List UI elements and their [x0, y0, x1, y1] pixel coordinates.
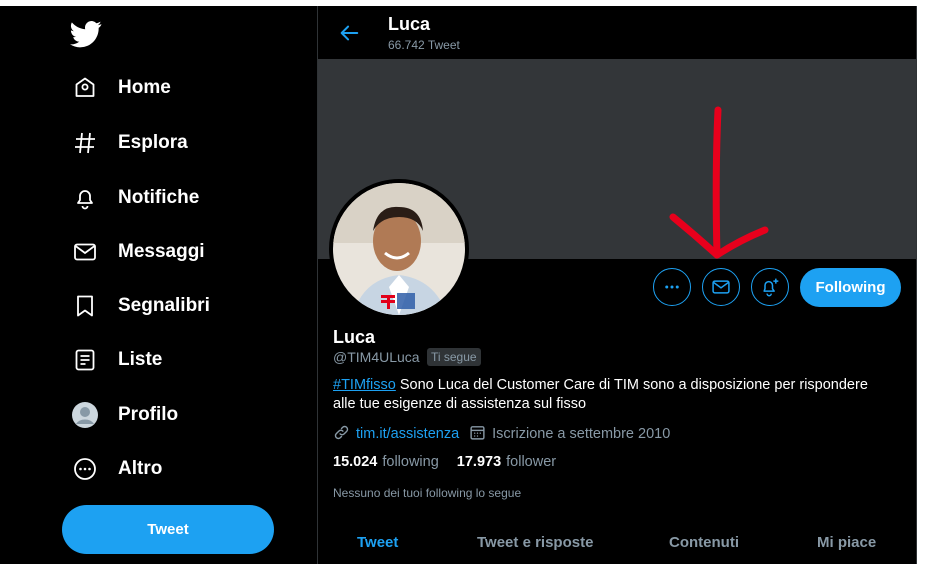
tab-mi-piace[interactable]: Mi piace — [817, 534, 876, 551]
bookmark-icon — [68, 289, 102, 323]
notify-button[interactable] — [751, 268, 789, 306]
follow-counts: 15.024 following 17.973 follower — [333, 454, 574, 470]
twitter-bird-icon[interactable] — [70, 18, 102, 50]
sidebar-item-esplora[interactable]: Esplora — [68, 123, 188, 163]
avatar-icon — [68, 398, 102, 432]
profile-bio: #TIMfisso Sono Luca del Customer Care di… — [333, 376, 903, 414]
following-label: following — [382, 454, 439, 470]
link-icon — [333, 424, 350, 445]
followers-label: follower — [506, 454, 557, 470]
sidebar-item-label: Altro — [118, 458, 163, 479]
profile-meta: tim.it/assistenza Iscrizione a settembre… — [333, 425, 670, 443]
more-icon — [68, 452, 102, 486]
sidebar-item-label: Esplora — [118, 132, 188, 153]
bell-icon — [68, 181, 102, 215]
list-icon — [68, 343, 102, 377]
following-button[interactable]: Following — [800, 268, 901, 307]
bell-plus-icon — [763, 278, 779, 297]
back-arrow-icon[interactable] — [338, 22, 360, 44]
home-icon — [68, 71, 102, 105]
sidebar-item-messaggi[interactable]: Messaggi — [68, 232, 205, 272]
profile-website-link[interactable]: tim.it/assistenza — [356, 426, 459, 442]
profile-avatar[interactable] — [329, 179, 469, 319]
screen-right-strip — [917, 0, 941, 564]
bio-hashtag-link[interactable]: #TIMfisso — [333, 377, 396, 393]
following-count: 15.024 — [333, 454, 378, 470]
sidebar-item-home[interactable]: Home — [68, 68, 171, 108]
mutual-followers-note: Nessuno dei tuoi following lo segue — [333, 486, 522, 500]
more-options-button[interactable] — [653, 268, 691, 306]
profile-name: Luca — [333, 327, 376, 347]
calendar-icon — [469, 424, 486, 445]
sidebar-item-label: Notifiche — [118, 187, 200, 208]
profile-tabs: Tweet Tweet e risposte Contenuti Mi piac… — [318, 530, 916, 560]
sidebar-item-liste[interactable]: Liste — [68, 340, 162, 380]
message-button[interactable] — [702, 268, 740, 306]
mail-icon — [68, 235, 102, 269]
more-dots-icon — [665, 285, 679, 289]
joined-date: Iscrizione a settembre 2010 — [492, 426, 671, 442]
followers-count-link[interactable]: 17.973 follower — [457, 454, 556, 470]
tab-contenuti[interactable]: Contenuti — [669, 534, 739, 551]
sidebar-item-notifiche[interactable]: Notifiche — [68, 178, 199, 218]
hashtag-icon — [68, 126, 102, 160]
sidebar-item-profilo[interactable]: Profilo — [68, 395, 178, 435]
avatar-photo — [333, 183, 465, 315]
sidebar-item-label: Messaggi — [118, 241, 205, 262]
sidebar-item-label: Home — [118, 77, 171, 98]
header-name: Luca — [388, 14, 431, 34]
header-tweet-count: 66.742 Tweet — [388, 38, 460, 52]
follows-you-badge: Ti segue — [427, 348, 481, 366]
sidebar-item-label: Profilo — [118, 404, 179, 425]
sidebar-item-altro[interactable]: Altro — [68, 449, 162, 489]
followers-count: 17.973 — [456, 454, 502, 470]
envelope-icon — [712, 280, 730, 294]
sidebar-item-label: Segnalibri — [118, 295, 210, 316]
bio-text-line2: alle tue esigenze di assistenza sul fiss… — [333, 396, 587, 412]
profile-handle: @TIM4ULuca — [333, 349, 420, 365]
bio-text-line1: Sono Luca del Customer Care di TIM sono … — [395, 377, 868, 393]
tab-tweet-e-risposte[interactable]: Tweet e risposte — [477, 534, 593, 551]
tab-tweet[interactable]: Tweet — [357, 534, 398, 551]
tweet-button[interactable]: Tweet — [62, 505, 274, 554]
sidebar: Home Esplora Notifiche Messaggi Segnalib… — [0, 6, 317, 564]
sidebar-item-segnalibri[interactable]: Segnalibri — [68, 286, 210, 326]
following-count-link[interactable]: 15.024 following — [333, 454, 439, 470]
sidebar-item-label: Liste — [118, 349, 163, 370]
